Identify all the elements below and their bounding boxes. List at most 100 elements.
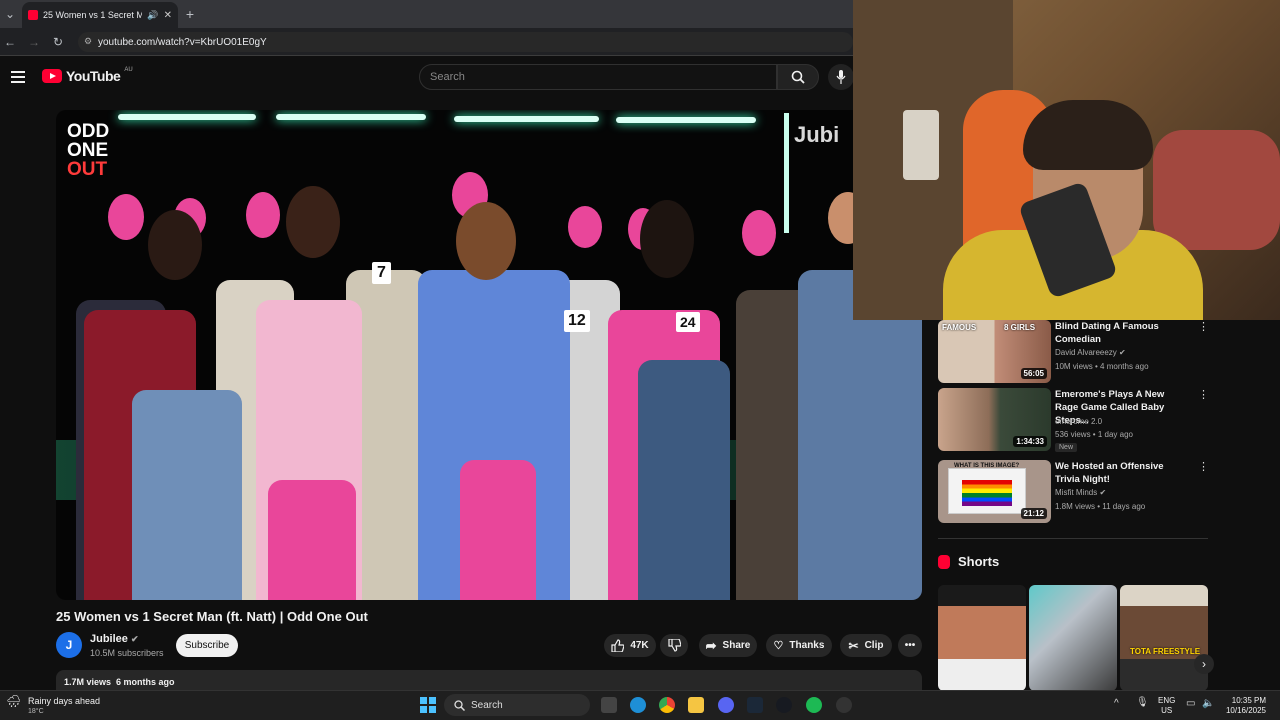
weather-icon[interactable]: 🌧 (6, 694, 21, 708)
speaker-icon[interactable]: 🔊 (147, 10, 158, 21)
subscriber-count: 10.5M subscribers (90, 648, 164, 658)
search-button[interactable] (777, 64, 819, 90)
reload-icon[interactable]: ↻ (50, 34, 66, 50)
recommendation-item[interactable]: WHAT IS THIS IMAGE? 21:12 We Hosted an O… (938, 460, 1213, 524)
jubilee-watermark: Jubi (794, 122, 840, 147)
voice-search-button[interactable] (828, 64, 854, 90)
more-dots-icon: ••• (904, 640, 916, 651)
shorts-next-chevron-icon[interactable]: › (1194, 654, 1214, 674)
windows-start-icon[interactable] (420, 697, 436, 713)
spotify-icon[interactable] (806, 697, 822, 713)
microphone-tray-icon[interactable]: 🎙 (1136, 697, 1149, 708)
like-count: 47K (630, 640, 649, 651)
like-button[interactable]: 47K (604, 634, 656, 657)
recommendation-channel[interactable]: emerome 2.0 (1055, 417, 1102, 426)
back-arrow-icon[interactable]: ← (2, 34, 18, 50)
recommendation-thumbnail[interactable]: WHAT IS THIS IMAGE? 21:12 (938, 460, 1051, 523)
odd-one-out-logo: ODD ONE OUT (67, 121, 110, 180)
discord-icon[interactable] (718, 697, 734, 713)
jersey-number: 24 (676, 312, 700, 332)
short-caption: TOTA FREESTYLE (1130, 647, 1201, 656)
share-arrow-icon: ➦ (705, 637, 717, 653)
youtube-favicon-icon (28, 10, 38, 20)
thanks-button[interactable]: ♡ Thanks (766, 634, 832, 657)
jersey-number: 12 (564, 310, 590, 332)
site-info-icon[interactable]: ⚙ (84, 36, 92, 47)
system-clock[interactable]: 10:35 PM 10/16/2025 (1220, 696, 1266, 716)
weather-title[interactable]: Rainy days ahead (28, 696, 100, 706)
duration-badge: 56:05 (1020, 368, 1047, 379)
search-icon (454, 699, 465, 711)
more-vert-icon[interactable]: ⋮ (1198, 460, 1209, 473)
terminal-icon[interactable] (747, 697, 763, 713)
subscribe-button[interactable]: Subscribe (176, 634, 238, 657)
chrome-icon[interactable] (659, 697, 675, 713)
recommendation-title: We Hosted an Offensive Trivia Night! (1055, 461, 1164, 485)
recommendation-thumbnail[interactable]: FAMOUS 8 GIRLS 56:05 (938, 320, 1051, 383)
tab-search-chevron-icon[interactable]: ⌄ (2, 6, 18, 22)
shorts-heading: Shorts (938, 554, 999, 569)
obs-icon[interactable] (836, 697, 852, 713)
verified-check-icon: ✔ (1119, 348, 1126, 357)
short-thumbnail[interactable]: TOTA FREESTYLE (1120, 585, 1208, 691)
youtube-play-icon (42, 69, 62, 83)
tab-close-icon[interactable]: ✕ (164, 10, 172, 21)
recommendation-channel[interactable]: Misfit Minds ✔ (1055, 488, 1106, 497)
volume-icon[interactable]: 🔈 (1202, 698, 1214, 709)
tab-title: 25 Women vs 1 Secret Man (43, 10, 143, 20)
recommendation-item[interactable]: FAMOUS 8 GIRLS 56:05 Blind Dating A Famo… (938, 320, 1213, 384)
share-button[interactable]: ➦ Share (699, 634, 757, 657)
recommendation-meta: 10M views • 4 months ago (1055, 362, 1149, 371)
task-view-icon[interactable] (601, 697, 617, 713)
recommendation-thumbnail[interactable]: 1:34:33 (938, 388, 1051, 451)
short-thumbnail[interactable] (938, 585, 1026, 691)
url-text: youtube.com/watch?v=KbrUO01E0gY (98, 36, 267, 48)
weather-temp: 18°C (28, 708, 44, 715)
video-player[interactable]: 7 12 24 ODD ONE OUT Jubi (56, 110, 922, 600)
duration-badge: 1:34:33 (1013, 436, 1047, 447)
address-bar[interactable]: ⚙ youtube.com/watch?v=KbrUO01E0gY (78, 32, 853, 52)
microphone-icon (836, 70, 846, 84)
channel-avatar[interactable]: J (56, 632, 82, 658)
verified-check-icon: ✔ (1099, 488, 1107, 497)
thumbs-down-icon (667, 639, 681, 652)
video-title: 25 Women vs 1 Secret Man (ft. Natt) | Od… (56, 609, 368, 624)
new-tab-plus-icon[interactable]: + (182, 6, 198, 22)
file-explorer-icon[interactable] (688, 697, 704, 713)
taskbar-search-box[interactable]: Search (444, 694, 590, 716)
country-code: AU (124, 67, 133, 73)
webcam-overlay (853, 0, 1280, 320)
short-thumbnail[interactable] (1029, 585, 1117, 691)
clip-button[interactable]: ✂ Clip (840, 634, 892, 657)
divider (938, 538, 1208, 539)
scissors-icon: ✂ (848, 638, 859, 653)
steam-icon[interactable] (776, 697, 792, 713)
duration-badge: 21:12 (1020, 508, 1047, 519)
more-vert-icon[interactable]: ⋮ (1198, 388, 1209, 401)
youtube-wordmark: YouTube (66, 68, 121, 84)
dislike-button[interactable] (660, 634, 688, 657)
more-actions-button[interactable]: ••• (898, 634, 922, 657)
recommendation-meta: 536 views • 1 day ago (1055, 430, 1133, 439)
browser-tab-active[interactable]: 25 Women vs 1 Secret Man 🔊 ✕ (22, 2, 178, 28)
language-indicator[interactable]: ENG US (1158, 696, 1175, 716)
chevron-up-icon[interactable]: ^ (1114, 698, 1119, 709)
more-vert-icon[interactable]: ⋮ (1198, 320, 1209, 333)
shorts-logo-icon (938, 554, 950, 569)
thumbs-up-icon (611, 639, 625, 652)
hamburger-menu-icon[interactable] (11, 70, 25, 88)
network-icon[interactable]: ▭ (1186, 698, 1195, 709)
verified-check-icon: ✔ (130, 634, 139, 644)
new-badge: New (1055, 443, 1078, 452)
recommendation-title: Blind Dating A Famous Comedian (1055, 321, 1159, 345)
forward-arrow-icon[interactable]: → (26, 34, 42, 50)
search-icon (791, 70, 805, 84)
recommendation-item[interactable]: 1:34:33 Emerome's Plays A New Rage Game … (938, 388, 1213, 452)
channel-name[interactable]: Jubilee ✔ (90, 633, 139, 645)
edge-icon[interactable] (630, 697, 646, 713)
youtube-logo[interactable]: YouTube AU (42, 67, 133, 84)
recommendation-meta: 1.8M views • 11 days ago (1055, 502, 1146, 511)
search-input[interactable]: Search (419, 64, 777, 90)
recommendation-channel[interactable]: David Alvareeezy ✔ (1055, 348, 1126, 357)
jersey-number: 7 (372, 262, 391, 284)
